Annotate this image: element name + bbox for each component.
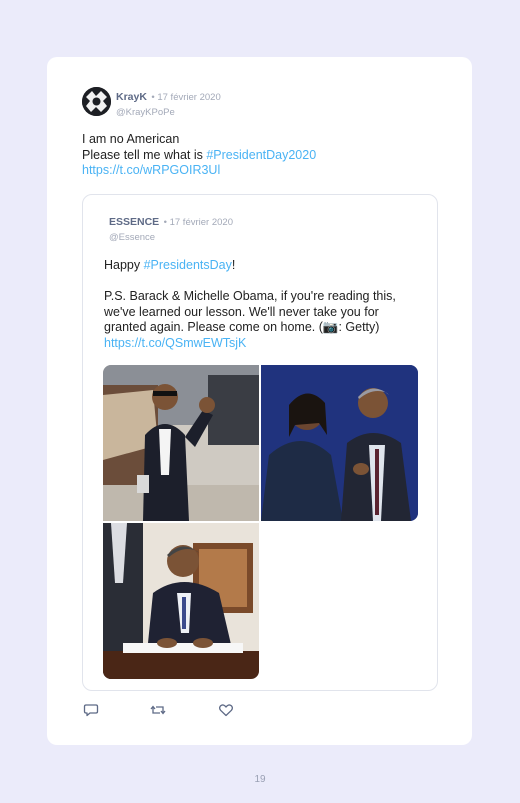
- author-name[interactable]: KrayK: [116, 91, 147, 103]
- quoted-hashtag-link[interactable]: #PresidentsDay: [144, 258, 232, 272]
- media-grid: [103, 365, 418, 679]
- page-number: 19: [254, 774, 266, 785]
- tweet-line-2: Please tell me what is #PresidentDay2020: [82, 148, 316, 164]
- tweet-url-link[interactable]: https://t.co/wRPGOIR3Ul: [82, 163, 316, 179]
- quoted-author-handle[interactable]: @Essence: [109, 232, 233, 243]
- retweet-button[interactable]: [150, 702, 166, 718]
- quoted-tweet-body: Happy #PresidentsDay! P.S. Barack & Mich…: [104, 258, 422, 351]
- quoted-greeting: Happy #PresidentsDay!: [104, 258, 422, 274]
- quoted-tweet-header: ESSENCE • 17 février 2020 @Essence: [109, 212, 233, 243]
- greeting-prefix: Happy: [104, 258, 144, 272]
- reply-button[interactable]: [83, 702, 99, 718]
- hashtag-link[interactable]: #PresidentDay2020: [206, 148, 316, 162]
- avatar-image: [82, 87, 111, 116]
- author-avatar[interactable]: [82, 87, 111, 116]
- camera-icon: 📷: [322, 320, 339, 334]
- tweet-date: • 17 février 2020: [151, 92, 221, 103]
- photo-obama-waving[interactable]: [103, 365, 259, 521]
- author-handle[interactable]: @KrayKPoPe: [116, 107, 221, 118]
- tweet-body: I am no American Please tell me what is …: [82, 132, 316, 179]
- tweet-header: KrayK • 17 février 2020 @KrayKPoPe: [116, 87, 221, 118]
- quoted-message: P.S. Barack & Michelle Obama, if you're …: [104, 289, 422, 351]
- like-button[interactable]: [218, 702, 234, 718]
- retweet-icon: [150, 705, 166, 715]
- photo-obama-signing[interactable]: [103, 523, 259, 679]
- tweet-card: KrayK • 17 février 2020 @KrayKPoPe I am …: [47, 57, 472, 745]
- photo-credit: : Getty): [338, 320, 380, 334]
- quoted-tweet-date: • 17 février 2020: [163, 217, 233, 228]
- greeting-suffix: !: [231, 258, 236, 272]
- quoted-url-link[interactable]: https://t.co/QSmwEWTsjK: [104, 336, 246, 350]
- photo-michelle-and-barack[interactable]: [261, 365, 418, 521]
- quoted-author-name[interactable]: ESSENCE: [109, 216, 159, 228]
- tweet-line-1: I am no American: [82, 132, 180, 146]
- quoted-tweet[interactable]: ESSENCE • 17 février 2020 @Essence Happy…: [82, 194, 438, 691]
- tweet-line-2-text: Please tell me what is: [82, 147, 207, 162]
- reply-icon: [83, 704, 99, 717]
- like-icon: [219, 704, 233, 717]
